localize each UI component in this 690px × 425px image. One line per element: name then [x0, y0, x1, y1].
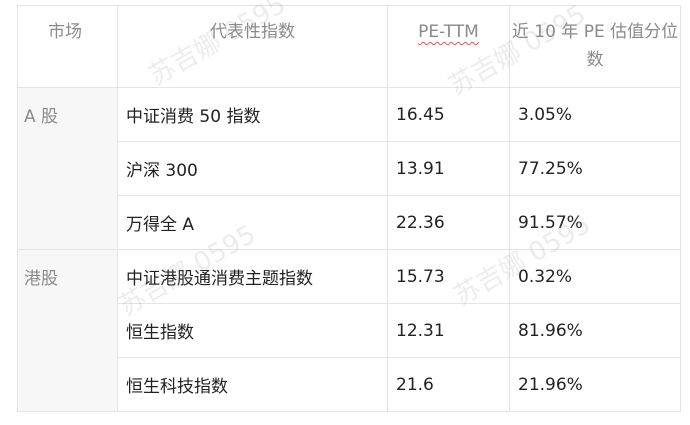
table-row: 沪深 300 13.91 77.25% — [18, 141, 681, 196]
table-row: 港股 中证港股通消费主题指数 15.73 0.32% — [17, 249, 681, 412]
pe-cell: 13.91 — [387, 141, 510, 196]
percentile-cell: 81.96% — [509, 303, 681, 358]
index-cell: 恒生指数 — [117, 303, 388, 358]
header-percentile: 近 10 年 PE 估值分位数 — [509, 5, 681, 88]
index-cell: 中证消费 50 指数 — [117, 87, 388, 142]
percentile-cell: 21.96% — [509, 357, 681, 412]
table-row: 恒生指数 12.31 81.96% — [18, 303, 681, 358]
percentile-cell: 77.25% — [509, 141, 681, 196]
percentile-cell: 0.32% — [509, 249, 681, 304]
header-market: 市场 — [17, 5, 118, 88]
percentile-cell: 3.05% — [509, 87, 681, 142]
header-pe-ttm: PE-TTM — [387, 5, 510, 88]
percentile-cell: 91.57% — [509, 195, 681, 250]
pe-cell: 15.73 — [387, 249, 510, 304]
index-cell: 中证港股通消费主题指数 — [117, 249, 388, 304]
pe-cell: 16.45 — [387, 87, 510, 142]
market-cell-a-share: A 股 — [17, 87, 118, 250]
header-row: 市场 代表性指数 PE-TTM 近 10 年 PE 估值分位数 — [17, 5, 681, 88]
market-cell-hk-share: 港股 — [17, 249, 118, 412]
index-cell: 万得全 A — [117, 195, 388, 250]
pe-cell: 21.6 — [387, 357, 510, 412]
pe-cell: 12.31 — [387, 303, 510, 358]
header-index: 代表性指数 — [117, 5, 388, 88]
table-row: 万得全 A 22.36 91.57% — [18, 195, 681, 250]
valuation-table: 市场 代表性指数 PE-TTM 近 10 年 PE 估值分位数 A 股 中证消费… — [17, 5, 681, 412]
index-cell: 恒生科技指数 — [117, 357, 388, 412]
pe-cell: 22.36 — [387, 195, 510, 250]
table-row: A 股 中证消费 50 指数 16.45 3.05% — [17, 87, 681, 250]
table-row: 恒生科技指数 21.6 21.96% — [18, 357, 681, 412]
pe-ttm-label: PE-TTM — [418, 22, 479, 42]
index-cell: 沪深 300 — [117, 141, 388, 196]
